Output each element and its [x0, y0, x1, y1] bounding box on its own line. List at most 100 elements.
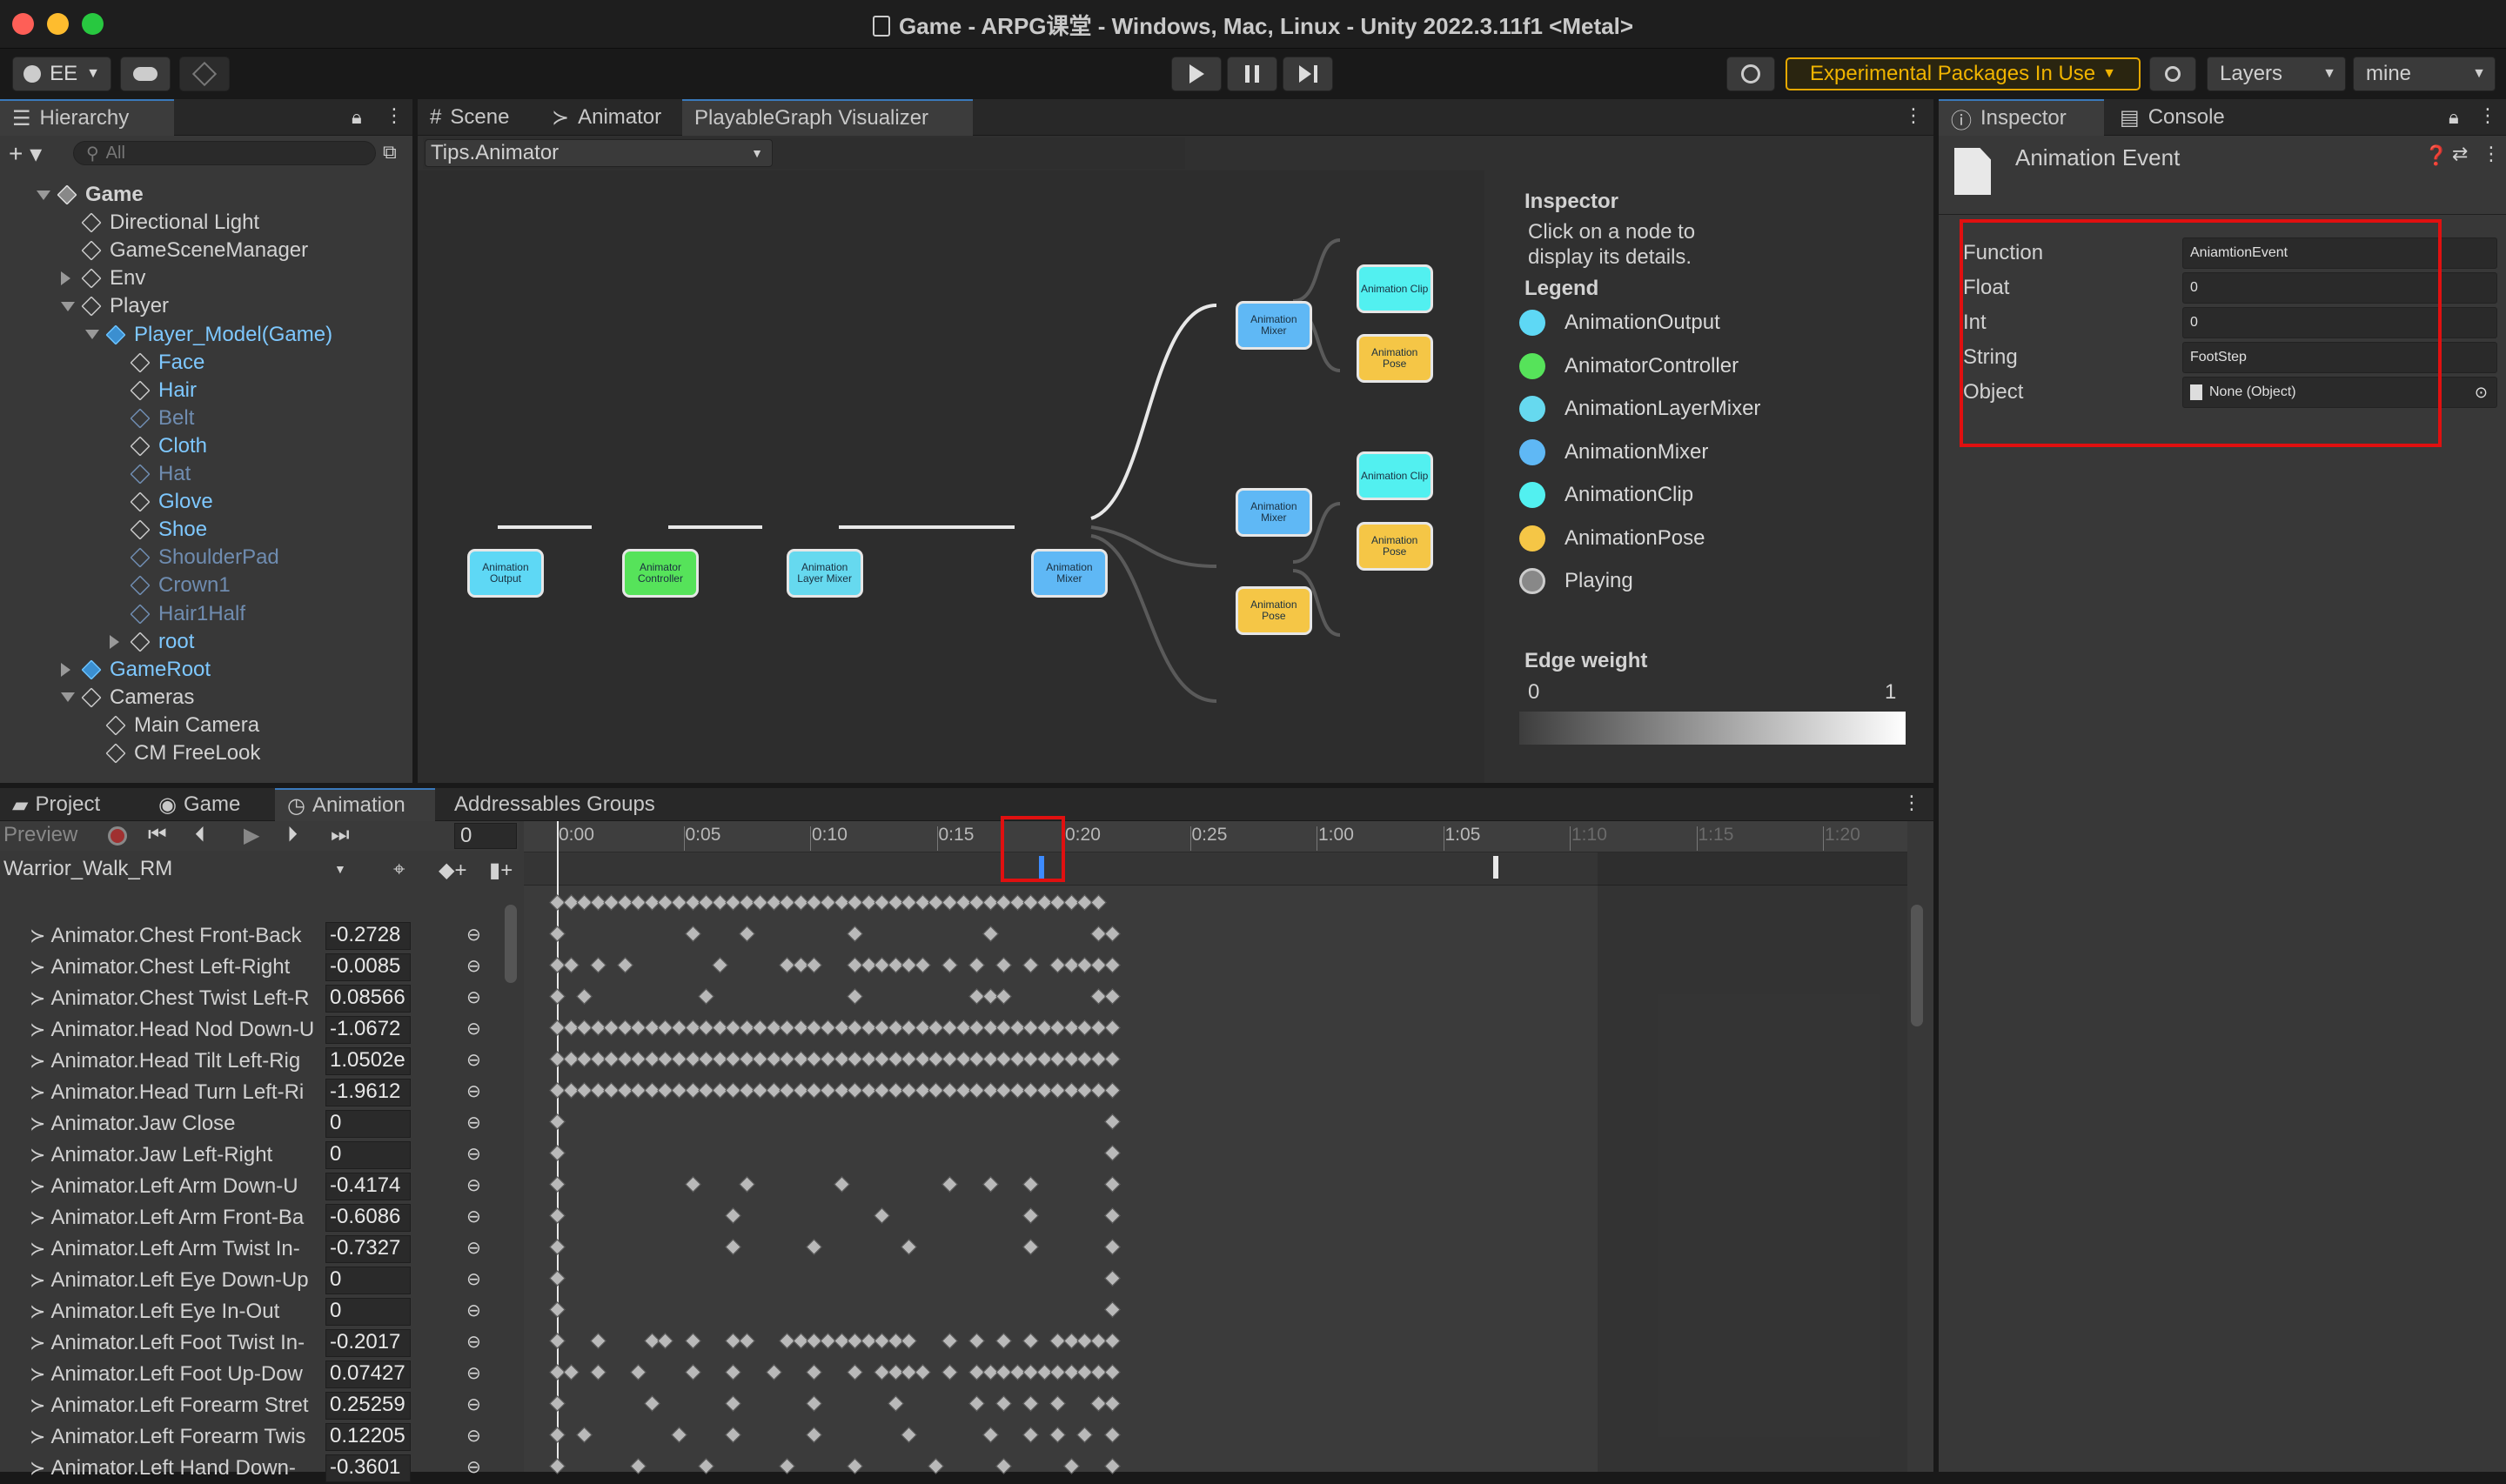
inspector-field-input[interactable]: FootStep [2182, 342, 2497, 373]
keyframe[interactable] [549, 1333, 566, 1349]
keyframe[interactable] [1049, 1395, 1067, 1412]
property-row[interactable]: ≻ Animator.Left Forearm Twis [0, 1421, 505, 1453]
tab-animation[interactable]: ◷ Animation [275, 788, 435, 821]
keyframe[interactable] [1022, 1176, 1039, 1193]
keyframe[interactable] [1103, 1364, 1121, 1380]
collapse-arrow-icon[interactable] [37, 190, 50, 200]
filter-icon[interactable]: ⌖ [393, 858, 405, 882]
hierarchy-item[interactable]: Face [110, 349, 204, 377]
first-key-icon[interactable]: ⏮ [148, 823, 167, 847]
tab-playablegraph[interactable]: PlayableGraph Visualizer [682, 99, 973, 136]
keyframe[interactable] [684, 926, 701, 942]
add-keyframe-icon[interactable]: ◆+ [439, 858, 466, 883]
keyframe[interactable] [995, 1395, 1012, 1412]
keyframe[interactable] [806, 1395, 823, 1412]
keyframe[interactable] [1076, 1427, 1094, 1443]
account-dropdown[interactable]: EE ▼ [12, 57, 111, 91]
keyframe[interactable] [549, 988, 566, 1005]
history-button[interactable] [1726, 57, 1775, 91]
remove-property-icon[interactable]: ⊖ [466, 955, 481, 977]
inspector-field-input[interactable]: 0 [2182, 272, 2497, 304]
keyframe[interactable] [915, 957, 931, 973]
property-row[interactable]: ≻ Animator.Chest Twist Left-R [0, 983, 505, 1014]
keyframe[interactable] [1022, 1207, 1039, 1224]
collapse-arrow-icon[interactable] [61, 692, 75, 703]
hierarchy-item[interactable]: GameRoot [61, 656, 211, 684]
keyframe[interactable] [549, 926, 566, 942]
remove-property-icon[interactable]: ⊖ [466, 986, 481, 1008]
property-row[interactable]: ≻ Animator.Head Turn Left-Ri [0, 1077, 505, 1108]
keyframe[interactable] [1103, 1145, 1121, 1161]
tab-game[interactable]: ◉ Game [146, 788, 277, 821]
inspector-field-input[interactable]: 0 [2182, 307, 2497, 338]
keyframe[interactable] [617, 957, 633, 973]
hierarchy-item[interactable]: Hair [110, 377, 197, 404]
hierarchy-item[interactable]: Player_Model(Game) [85, 321, 332, 349]
help-icon[interactable]: ❓ [2424, 144, 2448, 167]
keyframe[interactable] [549, 1301, 566, 1318]
keyframe[interactable] [1103, 1239, 1121, 1255]
property-row[interactable]: ≻ Animator.Left Forearm Stret [0, 1390, 505, 1421]
expand-arrow-icon[interactable] [61, 271, 75, 286]
play-icon[interactable]: ▶ [244, 823, 259, 848]
keyframe[interactable] [982, 1176, 999, 1193]
hierarchy-item[interactable]: root [110, 628, 194, 656]
graph-node[interactable]: Animation Pose [1356, 334, 1433, 383]
pause-button[interactable] [1227, 57, 1277, 91]
remove-property-icon[interactable]: ⊖ [466, 1174, 481, 1196]
keyframe[interactable] [847, 988, 863, 1005]
keyframe[interactable] [968, 1395, 985, 1412]
last-key-icon[interactable]: ⏭ [331, 823, 350, 847]
property-value-input[interactable]: 0 [325, 1141, 411, 1169]
keyframe[interactable] [576, 1427, 593, 1443]
tab-inspector[interactable]: ⓘ Inspector [1939, 99, 2104, 136]
remove-property-icon[interactable]: ⊖ [466, 1362, 481, 1384]
graph-node[interactable]: Animation Mixer [1235, 301, 1312, 350]
graph-node[interactable]: Animation Output [466, 549, 544, 598]
keyframe[interactable] [1103, 1019, 1121, 1036]
experimental-packages-button[interactable]: Experimental Packages In Use ▼ [1786, 57, 2141, 90]
clip-dropdown[interactable]: Warrior_Walk_RM ▼ [3, 854, 352, 884]
keyframe[interactable] [1103, 1207, 1121, 1224]
tab-project[interactable]: ▰ Project [0, 788, 146, 821]
keyframe[interactable] [995, 1333, 1012, 1349]
graph-node[interactable]: Animation Clip [1356, 451, 1433, 500]
object-picker-icon[interactable]: ⊙ [2475, 384, 2488, 402]
remove-property-icon[interactable]: ⊖ [466, 1206, 481, 1227]
keyframe[interactable] [806, 957, 823, 973]
keyframe[interactable] [1022, 1333, 1039, 1349]
keyframe[interactable] [901, 1239, 917, 1255]
property-row[interactable]: ≻ Animator.Left Eye In-Out [0, 1296, 505, 1327]
keyframe[interactable] [1022, 1395, 1039, 1412]
graph-node[interactable]: Animation Layer Mixer [786, 549, 863, 598]
remove-property-icon[interactable]: ⊖ [466, 1112, 481, 1133]
keyframe[interactable] [657, 1333, 674, 1349]
graph-node[interactable]: Animator Controller [621, 549, 699, 598]
search-button[interactable] [2149, 57, 2196, 91]
keyframe[interactable] [1090, 894, 1107, 911]
graph-node[interactable]: Animation Mixer [1235, 488, 1312, 537]
more-icon[interactable]: ⋮ [385, 104, 404, 127]
keyframe[interactable] [941, 1364, 958, 1380]
keyframe[interactable] [982, 926, 999, 942]
hierarchy-item[interactable]: Crown1 [110, 572, 231, 599]
property-value-input[interactable]: -0.3601 [325, 1454, 411, 1482]
graph-node[interactable]: Animation Clip [1356, 264, 1433, 313]
keyframe[interactable] [738, 926, 755, 942]
keyframe[interactable] [738, 1333, 755, 1349]
hierarchy-item[interactable]: Main Camera [85, 712, 259, 739]
collab-button[interactable] [179, 57, 230, 91]
keyframe[interactable] [766, 1364, 782, 1380]
hierarchy-item[interactable]: Glove [110, 488, 213, 516]
property-value-input[interactable]: -1.9612 [325, 1079, 411, 1106]
add-icon[interactable]: + ▾ [9, 139, 42, 168]
collapse-arrow-icon[interactable] [61, 301, 75, 311]
keyframe[interactable] [725, 1427, 741, 1443]
hierarchy-item[interactable]: Hat [110, 460, 191, 488]
add-event-icon[interactable]: ▮+ [489, 858, 513, 883]
timeline-scrollbar[interactable] [1911, 905, 1923, 1026]
layout-dropdown[interactable]: mine ▼ [2353, 57, 2496, 91]
keyframe[interactable] [671, 1427, 687, 1443]
keyframe[interactable] [806, 1427, 823, 1443]
remove-property-icon[interactable]: ⊖ [466, 1331, 481, 1353]
